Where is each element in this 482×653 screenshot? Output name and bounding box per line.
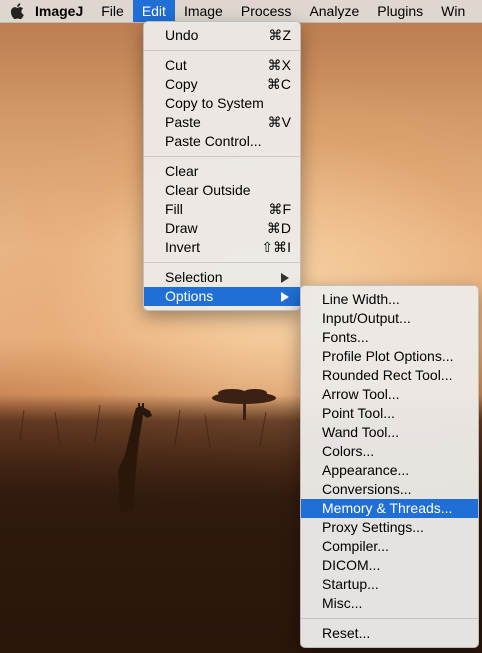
menu-item-copy-to-system[interactable]: Copy to System <box>144 94 300 113</box>
submenu-item-memory-threads[interactable]: Memory & Threads... <box>301 499 478 518</box>
menu-item-cut[interactable]: Cut ⌘X <box>144 56 300 75</box>
menu-file[interactable]: File <box>92 0 133 22</box>
menu-process[interactable]: Process <box>232 0 301 22</box>
submenu-item-appearance[interactable]: Appearance... <box>301 461 478 480</box>
menu-separator <box>144 262 300 263</box>
submenu-item-profile-plot-options[interactable]: Profile Plot Options... <box>301 347 478 366</box>
shortcut-draw: ⌘D <box>266 220 291 236</box>
giraffe-silhouette <box>118 403 152 512</box>
submenu-item-proxy-settings[interactable]: Proxy Settings... <box>301 518 478 537</box>
acacia-tree <box>212 389 276 420</box>
submenu-item-input-output[interactable]: Input/Output... <box>301 309 478 328</box>
options-submenu: Line Width... Input/Output... Fonts... P… <box>300 285 479 648</box>
shortcut-undo: ⌘Z <box>268 27 291 43</box>
menu-separator <box>144 156 300 157</box>
menu-item-clear-outside[interactable]: Clear Outside <box>144 181 300 200</box>
menu-edit[interactable]: Edit <box>132 0 175 22</box>
submenu-arrow-icon <box>281 292 289 302</box>
menu-item-paste[interactable]: Paste ⌘V <box>144 113 300 132</box>
menu-item-copy[interactable]: Copy ⌘C <box>144 75 300 94</box>
apple-logo-icon[interactable] <box>6 0 28 22</box>
menu-analyze[interactable]: Analyze <box>300 0 368 22</box>
submenu-item-startup[interactable]: Startup... <box>301 575 478 594</box>
submenu-item-fonts[interactable]: Fonts... <box>301 328 478 347</box>
shortcut-copy: ⌘C <box>266 76 291 92</box>
menu-image[interactable]: Image <box>175 0 232 22</box>
submenu-item-line-width[interactable]: Line Width... <box>301 290 478 309</box>
submenu-arrow-icon <box>281 273 289 283</box>
submenu-item-arrow-tool[interactable]: Arrow Tool... <box>301 385 478 404</box>
submenu-item-colors[interactable]: Colors... <box>301 442 478 461</box>
submenu-item-compiler[interactable]: Compiler... <box>301 537 478 556</box>
menu-item-options[interactable]: Options <box>144 287 300 306</box>
menu-item-undo[interactable]: Undo ⌘Z <box>144 26 300 45</box>
menu-item-invert[interactable]: Invert ⇧⌘I <box>144 238 300 257</box>
submenu-item-conversions[interactable]: Conversions... <box>301 480 478 499</box>
submenu-item-misc[interactable]: Misc... <box>301 594 478 613</box>
menu-plugins[interactable]: Plugins <box>368 0 432 22</box>
menu-item-selection[interactable]: Selection <box>144 268 300 287</box>
shortcut-cut: ⌘X <box>267 57 291 73</box>
menu-item-draw[interactable]: Draw ⌘D <box>144 219 300 238</box>
shortcut-paste: ⌘V <box>267 114 291 130</box>
menu-item-clear[interactable]: Clear <box>144 162 300 181</box>
edit-menu-dropdown: Undo ⌘Z Cut ⌘X Copy ⌘C Copy to System Pa… <box>143 21 301 311</box>
menu-separator <box>144 50 300 51</box>
menu-separator <box>301 618 478 619</box>
menu-item-paste-control[interactable]: Paste Control... <box>144 132 300 151</box>
submenu-item-point-tool[interactable]: Point Tool... <box>301 404 478 423</box>
menu-bar: ImageJ File Edit Image Process Analyze P… <box>0 0 482 23</box>
submenu-item-wand-tool[interactable]: Wand Tool... <box>301 423 478 442</box>
submenu-item-dicom[interactable]: DICOM... <box>301 556 478 575</box>
shortcut-fill: ⌘F <box>268 201 291 217</box>
menu-imagej[interactable]: ImageJ <box>28 0 92 22</box>
submenu-item-rounded-rect-tool[interactable]: Rounded Rect Tool... <box>301 366 478 385</box>
menu-item-fill[interactable]: Fill ⌘F <box>144 200 300 219</box>
shortcut-invert: ⇧⌘I <box>261 239 291 255</box>
submenu-item-reset[interactable]: Reset... <box>301 624 478 643</box>
menu-window[interactable]: Win <box>432 0 474 22</box>
